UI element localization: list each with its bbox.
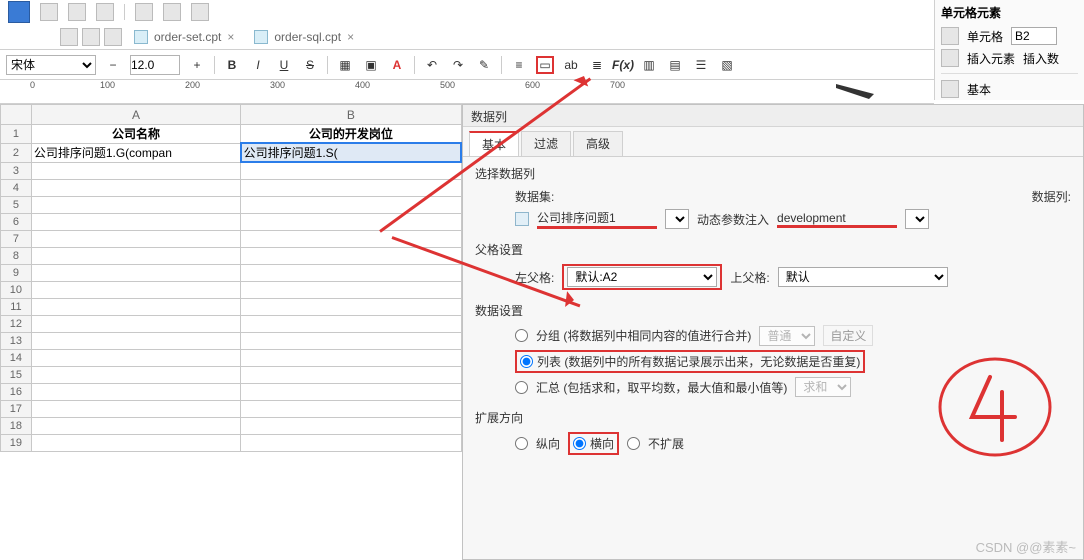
new-icon[interactable]	[40, 3, 58, 21]
parent-cell-label: 父格设置	[475, 241, 1071, 258]
tabbar-icon-2[interactable]	[82, 28, 100, 46]
paste-icon[interactable]	[191, 3, 209, 21]
dataset-dropdown[interactable]	[665, 209, 689, 229]
redo-button[interactable]: ↷	[449, 56, 467, 74]
row-header[interactable]: 1	[1, 125, 32, 144]
col-header-B[interactable]: B	[241, 105, 461, 125]
fill-color-button[interactable]: ▣	[362, 56, 380, 74]
dyn-param-label[interactable]: 动态参数注入	[697, 211, 769, 228]
misc-button-1[interactable]: ▤	[666, 56, 684, 74]
expand-horizontal-label: 横向	[590, 435, 614, 452]
strike-button[interactable]: S	[301, 56, 319, 74]
expand-horizontal-radio[interactable]	[573, 437, 586, 450]
close-icon[interactable]: ×	[347, 30, 354, 44]
tabbar-icon-1[interactable]	[60, 28, 78, 46]
up-parent-label: 上父格:	[730, 269, 769, 286]
cell-B1[interactable]: 公司的开发岗位	[241, 125, 461, 144]
pen-icon	[834, 82, 894, 102]
app-icon	[8, 1, 30, 23]
bold-button[interactable]: B	[223, 56, 241, 74]
misc-button-3[interactable]: ▧	[718, 56, 736, 74]
tabbar-icon-3[interactable]	[104, 28, 122, 46]
brush-icon[interactable]: ✎	[475, 56, 493, 74]
save-icon[interactable]	[96, 3, 114, 21]
dataset-label: 数据集:	[515, 188, 554, 205]
open-icon[interactable]	[68, 3, 86, 21]
cut-icon[interactable]	[135, 3, 153, 21]
dataset-select[interactable]: 公司排序问题1	[537, 209, 657, 229]
dialog-tabs: 基本 过滤 高级	[463, 127, 1083, 157]
up-parent-select[interactable]: 默认	[778, 267, 948, 287]
col-header-A[interactable]: A	[31, 105, 240, 125]
font-plus-button[interactable]: +	[188, 56, 206, 74]
copy-icon[interactable]	[163, 3, 181, 21]
watermark: CSDN @@素素~	[976, 537, 1076, 556]
format-toolbar: 宋体 − + B I U S ▦ ▣ A ↶ ↷ ✎ ≡ ▭ ab ≣ F(x)…	[0, 50, 1084, 80]
cell-A1[interactable]: 公司名称	[31, 125, 240, 144]
insert-icon	[941, 49, 959, 67]
group-custom-btn: 自定义	[823, 325, 873, 346]
datacol-select[interactable]: development	[777, 211, 897, 228]
datacol-dropdown[interactable]	[905, 209, 929, 229]
cpt-file-icon	[254, 30, 268, 44]
fx-button[interactable]: F(x)	[614, 56, 632, 74]
right-panel-title: 单元格元素	[941, 4, 1078, 21]
cell-ref-input[interactable]	[1011, 27, 1057, 45]
annotation-number-4	[930, 352, 1060, 462]
group-label: 分组 (将数据列中相同内容的值进行合并)	[536, 327, 751, 344]
basic-icon	[941, 80, 959, 98]
list-label: 列表 (数据列中的所有数据记录展示出来，无论数据是否重复)	[537, 353, 860, 370]
tab-filter[interactable]: 过滤	[521, 131, 571, 156]
close-icon[interactable]: ×	[227, 30, 234, 44]
font-family-select[interactable]: 宋体	[6, 55, 96, 75]
sum-label: 汇总 (包括求和，取平均数，最大值和最小值等)	[536, 379, 787, 396]
sum-radio[interactable]	[515, 381, 528, 394]
file-tab-bar: order-set.cpt × order-sql.cpt ×	[0, 24, 1084, 50]
right-panel: 单元格元素 单元格 插入元素 插入数 基本	[934, 0, 1084, 100]
expand-vertical-radio[interactable]	[515, 437, 528, 450]
expand-none-radio[interactable]	[627, 437, 640, 450]
underline-button[interactable]: U	[275, 56, 293, 74]
cell-ref-icon	[941, 27, 959, 45]
undo-button[interactable]: ↶	[423, 56, 441, 74]
insert-label: 插入元素	[967, 50, 1015, 67]
datacol-label: 数据列:	[1032, 188, 1071, 205]
spreadsheet[interactable]: A B 1 公司名称 公司的开发岗位 2 公司排序问题1.G(compan 公司…	[0, 104, 462, 560]
group-radio[interactable]	[515, 329, 528, 342]
top-icon-bar	[0, 0, 1084, 24]
basic-label: 基本	[967, 81, 991, 98]
arrow-head-icon	[565, 291, 583, 309]
font-minus-button[interactable]: −	[104, 56, 122, 74]
cpt-file-icon	[134, 30, 148, 44]
tab-advanced[interactable]: 高级	[573, 131, 623, 156]
font-color-button[interactable]: A	[388, 56, 406, 74]
list-radio[interactable]	[520, 355, 533, 368]
group-mode-select: 普通	[759, 326, 815, 346]
row-header[interactable]: 2	[1, 143, 32, 162]
select-datacol-label: 选择数据列	[475, 165, 1071, 182]
align-left-button[interactable]: ≡	[510, 56, 528, 74]
dialog-title: 数据列	[463, 105, 1083, 127]
font-size-input[interactable]	[130, 55, 180, 75]
data-column-dialog: 数据列 基本 过滤 高级 选择数据列 数据集: 数据列: 公司排序问题1 动态参…	[462, 104, 1084, 560]
misc-button-2[interactable]: ☰	[692, 56, 710, 74]
dataset-icon	[515, 212, 529, 226]
border-button[interactable]: ▦	[336, 56, 354, 74]
expand-vertical-label: 纵向	[536, 435, 560, 452]
tab-order-set[interactable]: order-set.cpt ×	[126, 28, 242, 46]
tab-label: order-set.cpt	[154, 30, 221, 44]
insert-btn-label[interactable]: 插入数	[1023, 50, 1059, 67]
cell-label: 单元格	[967, 28, 1003, 45]
tab-order-sql[interactable]: order-sql.cpt ×	[246, 28, 362, 46]
tab-label: order-sql.cpt	[274, 30, 341, 44]
left-parent-select[interactable]: 默认:A2	[567, 267, 717, 287]
cell-element-button[interactable]: ▭	[536, 56, 554, 74]
horizontal-ruler: 0 100 200 300 400 500 600 700	[0, 80, 934, 104]
cell-B2[interactable]: 公司排序问题1.S(	[241, 143, 461, 162]
expand-none-label: 不扩展	[648, 435, 684, 452]
italic-button[interactable]: I	[249, 56, 267, 74]
sum-mode-select: 求和	[795, 377, 851, 397]
merge-button[interactable]: ▥	[640, 56, 658, 74]
cell-A2[interactable]: 公司排序问题1.G(compan	[31, 143, 240, 162]
